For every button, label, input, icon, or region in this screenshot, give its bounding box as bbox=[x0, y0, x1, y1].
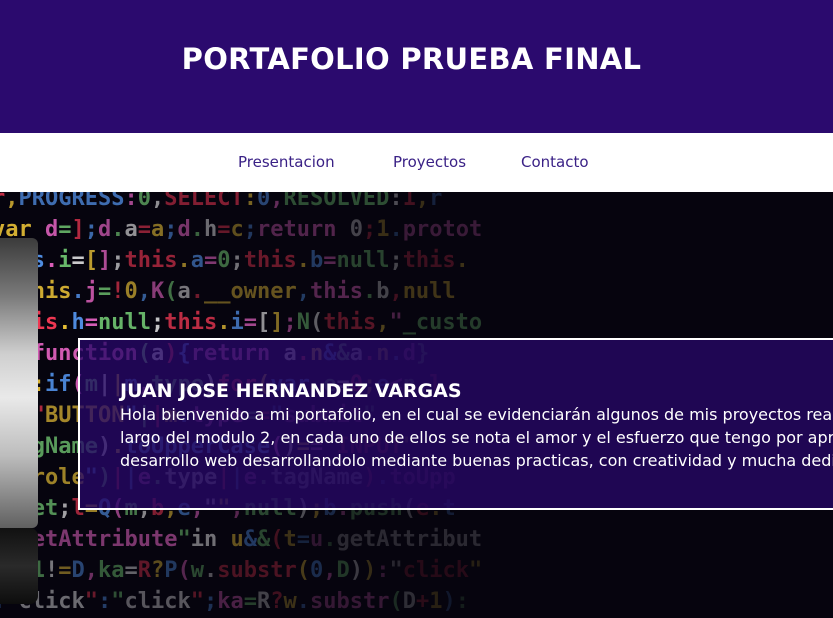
author-name: JUAN JOSE HERNANDEZ VARGAS bbox=[120, 380, 462, 402]
profile-photo bbox=[0, 238, 38, 528]
code-line: R=-1!=D,ka=R?P(w.substr(0,D)):"click" bbox=[0, 558, 483, 583]
code-line: &(this.j=!0,K(a.__owner,this.b,null bbox=[0, 279, 456, 304]
hero-section: r,PROGRESS:0,SELECT:0,RESOLVED:1,r var d=… bbox=[0, 192, 833, 618]
site-title: PORTAFOLIO PRUEBA FINAL bbox=[0, 42, 833, 76]
nav-link-presentacion[interactable]: Presentacion bbox=[238, 153, 335, 171]
nav-link-contacto[interactable]: Contacto bbox=[521, 153, 589, 171]
intro-line: Hola bienvenido a mi portafolio, en el c… bbox=[120, 405, 833, 424]
code-line: ;this.h=null;this.i=[];N(this,"_custo bbox=[0, 310, 483, 335]
code-line: this.i=[];this.a=0;this.b=null;this. bbox=[0, 248, 469, 273]
site-header: PORTAFOLIO PRUEBA FINAL bbox=[0, 0, 833, 133]
code-line: var d=];d.a=a;d.h=c;return 0;1.protot bbox=[0, 217, 483, 242]
code-line: r,PROGRESS:0,SELECT:0,RESOLVED:1,r bbox=[0, 192, 443, 211]
code-line: ,"getAttribute"in u&&(t=u.getAttribut bbox=[0, 527, 483, 552]
nav-link-proyectos[interactable]: Proyectos bbox=[393, 153, 466, 171]
intro-card: JUAN JOSE HERNANDEZ VARGAS Hola bienveni… bbox=[78, 338, 833, 510]
site-title-text: PORTAFOLIO PRUEBA FINAL bbox=[181, 42, 642, 76]
intro-line: largo del modulo 2, en cada uno de ellos… bbox=[120, 428, 833, 447]
intro-line: desarrollo web desarrollandolo mediante … bbox=[120, 451, 833, 470]
code-line: :"click":"click";ka=R?w.substr(D+1): bbox=[0, 589, 469, 614]
intro-text: Hola bienvenido a mi portafolio, en el c… bbox=[120, 403, 833, 472]
main-nav: Presentacion Proyectos Contacto bbox=[0, 133, 833, 192]
profile-photo-lower bbox=[0, 528, 38, 604]
